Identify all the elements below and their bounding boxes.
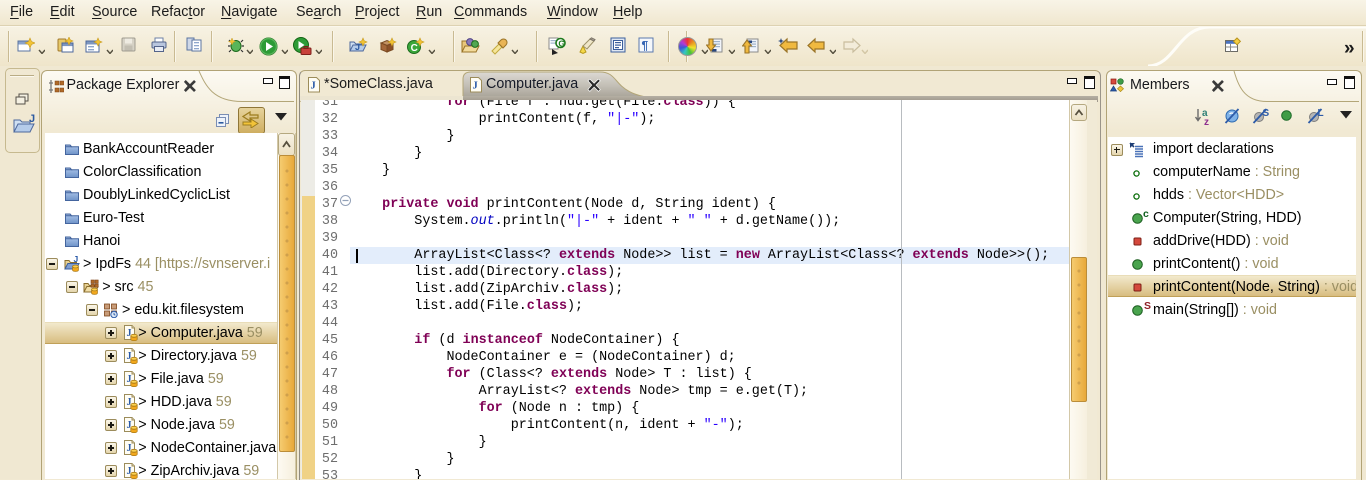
svg-text:C: C <box>411 43 418 54</box>
svg-text:¶: ¶ <box>642 39 649 53</box>
svg-text:G: G <box>558 38 565 48</box>
svg-text:J: J <box>355 42 360 52</box>
svg-text:J: J <box>472 80 477 91</box>
svg-text:J: J <box>29 113 35 125</box>
svg-text:z: z <box>1204 117 1209 126</box>
svg-text:J: J <box>311 80 316 91</box>
